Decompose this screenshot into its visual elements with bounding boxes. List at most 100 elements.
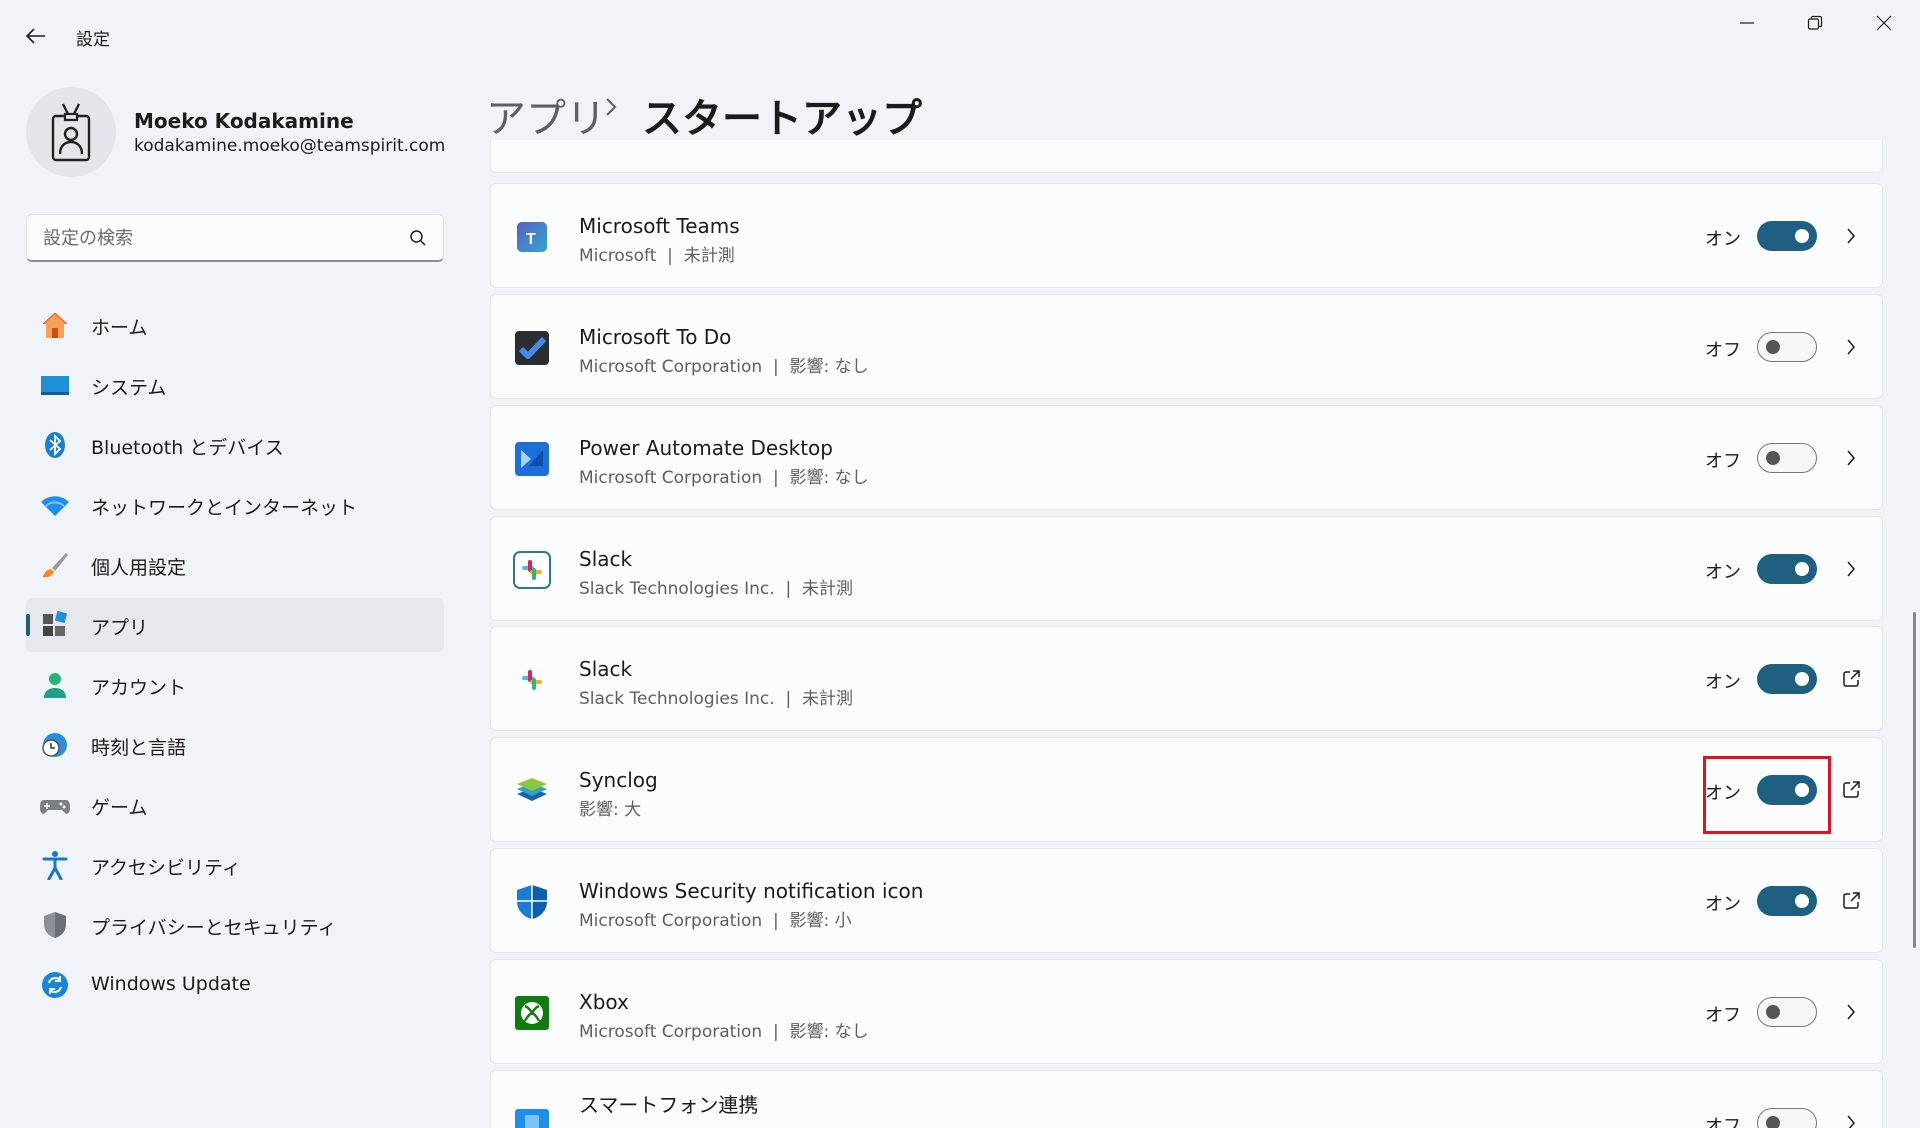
list-item: Synclog 影響: 大 オン	[490, 737, 1883, 842]
sidebar-item-home[interactable]: ホーム	[26, 298, 444, 352]
search-input[interactable]	[43, 215, 403, 261]
toggle-state-label: オフ	[1705, 1116, 1741, 1128]
sidebar-item-privacy[interactable]: プライバシーとセキュリティ	[26, 898, 444, 952]
svg-text:T: T	[526, 231, 536, 248]
sidebar-item-personalization[interactable]: 個人用設定	[26, 538, 444, 592]
sidebar-item-label: Windows Update	[91, 973, 251, 995]
close-button[interactable]	[1850, 0, 1918, 46]
open-external-icon	[1843, 670, 1860, 687]
todo-icon	[515, 331, 549, 365]
app-details: Slack Technologies Inc. | 未計測	[579, 689, 854, 709]
open-external-button[interactable]	[1839, 778, 1863, 802]
toggle-state-label: オフ	[1705, 1005, 1741, 1026]
startup-toggle[interactable]	[1757, 554, 1817, 584]
shield-icon	[40, 910, 70, 940]
chevron-right-icon	[1847, 1004, 1855, 1020]
app-name: Microsoft To Do	[579, 325, 732, 349]
list-item: Xbox Microsoft Corporation | 影響: なし オフ	[490, 959, 1883, 1064]
sidebar-item-system[interactable]: システム	[26, 358, 444, 412]
toggle-knob	[1795, 672, 1809, 686]
minimize-icon	[1740, 22, 1754, 24]
accessibility-icon	[40, 850, 70, 880]
toggle-knob	[1766, 1115, 1780, 1128]
details-button[interactable]	[1839, 224, 1863, 248]
startup-toggle[interactable]	[1757, 443, 1817, 473]
list-item: Microsoft To Do Microsoft Corporation | …	[490, 294, 1883, 399]
list-item: Slack Slack Technologies Inc. | 未計測 オン	[490, 626, 1883, 731]
back-button[interactable]	[16, 18, 56, 54]
toggle-state-label: オフ	[1705, 340, 1741, 361]
list-item: スマートフォン連携 オフ	[490, 1070, 1883, 1128]
app-details: 影響: 大	[579, 800, 642, 820]
wifi-icon	[40, 490, 70, 520]
details-button[interactable]	[1839, 335, 1863, 359]
user-badge-icon	[51, 103, 91, 162]
sidebar-item-label: アカウント	[91, 677, 187, 699]
close-icon	[1876, 15, 1892, 31]
startup-toggle[interactable]	[1757, 664, 1817, 694]
toggle-knob	[1795, 894, 1809, 908]
list-item-partial	[490, 140, 1883, 173]
startup-toggle[interactable]	[1757, 332, 1817, 362]
vertical-scrollbar[interactable]	[1913, 612, 1916, 948]
power-automate-icon	[515, 442, 549, 476]
app-name: スマートフォン連携	[579, 1093, 759, 1117]
xbox-icon	[515, 996, 549, 1030]
sidebar-item-windows-update[interactable]: Windows Update	[26, 958, 444, 1012]
startup-toggle[interactable]	[1757, 997, 1817, 1027]
sidebar-item-bluetooth[interactable]: Bluetooth とデバイス	[26, 418, 444, 472]
avatar[interactable]	[26, 87, 116, 177]
startup-toggle[interactable]	[1757, 886, 1817, 916]
minimize-button[interactable]	[1713, 0, 1781, 46]
sidebar-item-time-language[interactable]: 時刻と言語	[26, 718, 444, 772]
list-item: Slack Slack Technologies Inc. | 未計測 オン	[490, 516, 1883, 621]
globe-clock-icon	[40, 730, 70, 760]
details-button[interactable]	[1839, 1111, 1863, 1128]
app-title: 設定	[76, 30, 110, 50]
chevron-right-icon	[606, 98, 617, 116]
arrow-left-icon	[26, 28, 45, 44]
startup-toggle[interactable]	[1757, 775, 1817, 805]
app-details: Microsoft Corporation | 影響: なし	[579, 357, 869, 377]
sidebar-nav: ホーム システム Bluetooth とデバイス ネットワークとインターネット …	[26, 298, 444, 1018]
breadcrumb-parent[interactable]: アプリ	[486, 86, 606, 144]
startup-toggle[interactable]	[1757, 221, 1817, 251]
sidebar-item-gaming[interactable]: ゲーム	[26, 778, 444, 832]
sidebar-item-label: ネットワークとインターネット	[91, 497, 358, 519]
sidebar-item-label: アクセシビリティ	[91, 857, 241, 879]
sidebar-item-label: ホーム	[91, 317, 148, 339]
toggle-state-label: オン	[1705, 562, 1741, 583]
toggle-knob	[1795, 562, 1809, 576]
title-bar: 設定	[0, 0, 1920, 72]
search-icon[interactable]	[409, 229, 427, 247]
details-button[interactable]	[1839, 557, 1863, 581]
windows-security-icon	[517, 885, 547, 919]
app-name: Slack	[579, 657, 633, 681]
account-icon	[40, 670, 70, 700]
gamepad-icon	[40, 790, 70, 820]
sidebar-item-accessibility[interactable]: アクセシビリティ	[26, 838, 444, 892]
startup-toggle[interactable]	[1757, 1108, 1817, 1128]
monitor-icon	[40, 370, 70, 400]
open-external-button[interactable]	[1839, 889, 1863, 913]
restore-icon	[1807, 15, 1823, 30]
open-external-icon	[1843, 892, 1860, 909]
app-name: Xbox	[579, 990, 629, 1014]
sidebar-item-accounts[interactable]: アカウント	[26, 658, 444, 712]
apps-icon	[40, 610, 70, 640]
details-button[interactable]	[1839, 446, 1863, 470]
toggle-state-label: オン	[1705, 229, 1741, 250]
search-box[interactable]	[26, 214, 444, 262]
app-name: Power Automate Desktop	[579, 436, 833, 460]
sidebar-item-network[interactable]: ネットワークとインターネット	[26, 478, 444, 532]
maximize-button[interactable]	[1781, 0, 1849, 46]
sidebar-item-apps[interactable]: アプリ	[26, 598, 444, 652]
app-name: Slack	[579, 547, 633, 571]
details-button[interactable]	[1839, 1000, 1863, 1024]
windows-update-icon	[40, 970, 70, 1000]
sidebar-item-label: アプリ	[91, 617, 149, 639]
open-external-button[interactable]	[1839, 667, 1863, 691]
bluetooth-icon	[40, 430, 70, 460]
list-item: Windows Security notification icon Micro…	[490, 848, 1883, 953]
toggle-state-label: オン	[1705, 783, 1741, 804]
